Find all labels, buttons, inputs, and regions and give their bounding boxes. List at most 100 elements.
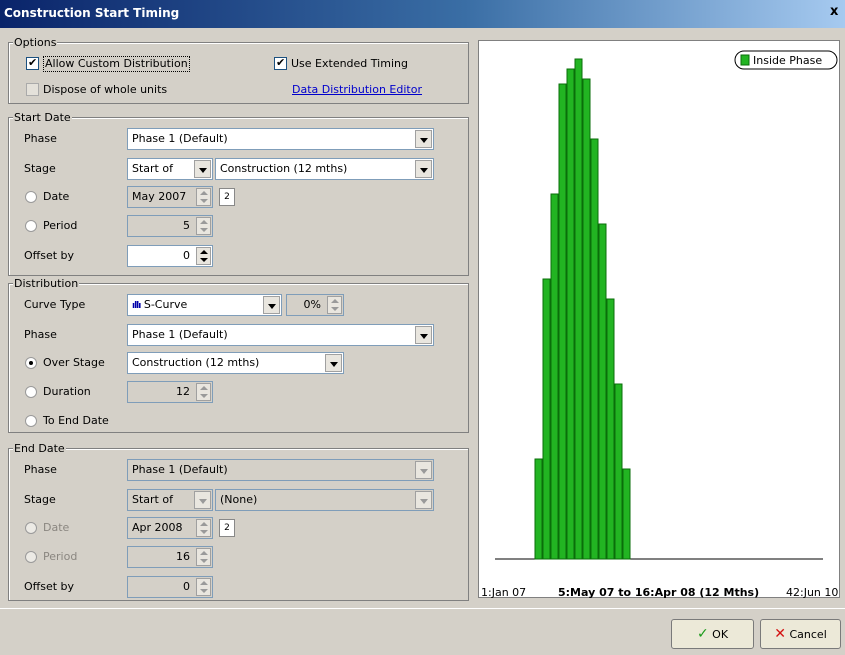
start-period-label[interactable]: Period <box>43 219 77 233</box>
over-stage-select[interactable]: Construction (12 mths) <box>127 352 344 374</box>
chart-bar-12 <box>590 138 599 560</box>
window-title: Construction Start Timing <box>4 6 180 20</box>
end-date-radio[interactable] <box>25 522 37 534</box>
end-date-value: Apr 2008 <box>132 521 183 534</box>
allow-custom-distribution-checkbox[interactable] <box>26 56 39 70</box>
footer-divider <box>0 608 845 609</box>
end-date-field[interactable]: Apr 2008 <box>127 517 213 539</box>
duration-radio[interactable] <box>25 386 37 398</box>
legend-swatch <box>740 54 750 66</box>
end-period-radio[interactable] <box>25 551 37 563</box>
chevron-down-icon[interactable] <box>194 491 211 509</box>
calendar-icon[interactable]: 2 <box>219 188 235 206</box>
distribution-phase-value: Phase 1 (Default) <box>132 328 228 341</box>
allow-custom-distribution-label[interactable]: Allow Custom Distribution <box>43 56 190 72</box>
start-stage-mode-select[interactable]: Start of <box>127 158 213 180</box>
over-stage-value: Construction (12 mths) <box>132 356 260 369</box>
legend-label: Inside Phase <box>753 54 822 67</box>
chevron-down-icon[interactable] <box>415 461 432 479</box>
start-stage-mode-value: Start of <box>132 162 173 175</box>
end-date-label: Date <box>43 521 70 534</box>
curve-type-label: Curve Type <box>24 298 86 311</box>
use-extended-timing-label[interactable]: Use Extended Timing <box>291 57 408 71</box>
end-stage-mode-select[interactable]: Start of <box>127 489 213 511</box>
start-stage-value: Construction (12 mths) <box>220 162 348 175</box>
close-icon[interactable]: x <box>830 4 845 22</box>
start-period-radio[interactable] <box>25 220 37 232</box>
end-period-field[interactable]: 16 <box>127 546 213 568</box>
over-stage-radio[interactable] <box>25 357 37 369</box>
end-offset-field[interactable]: 0 <box>127 576 213 598</box>
end-phase-value: Phase 1 (Default) <box>132 463 228 476</box>
start-period-field[interactable]: 5 <box>127 215 213 237</box>
curve-type-select[interactable]: ıllı S-Curve <box>127 294 282 316</box>
start-offset-field[interactable]: 0 <box>127 245 213 267</box>
spinner-icon[interactable] <box>196 519 211 537</box>
spinner-icon[interactable] <box>327 296 342 314</box>
chart-bar-16 <box>622 468 631 560</box>
distribution-phase-label: Phase <box>24 328 57 341</box>
end-stage-value: (None) <box>220 493 258 506</box>
start-date-radio[interactable] <box>25 191 37 203</box>
chevron-down-icon[interactable] <box>415 130 432 148</box>
start-date-field[interactable]: May 2007 <box>127 186 213 208</box>
end-stage-mode-value: Start of <box>132 493 173 506</box>
end-offset-value: 0 <box>183 580 190 593</box>
chart-bar-11 <box>582 78 591 560</box>
start-phase-select[interactable]: Phase 1 (Default) <box>127 128 434 150</box>
end-phase-select[interactable]: Phase 1 (Default) <box>127 459 434 481</box>
chevron-down-icon[interactable] <box>263 296 280 314</box>
distribution-chart: Inside Phase <box>478 40 840 598</box>
spinner-icon[interactable] <box>196 247 211 265</box>
start-phase-value: Phase 1 (Default) <box>132 132 228 145</box>
curve-percent-field[interactable]: 0% <box>286 294 344 316</box>
chevron-down-icon[interactable] <box>415 326 432 344</box>
start-stage-select[interactable]: Construction (12 mths) <box>215 158 434 180</box>
start-offset-value: 0 <box>183 249 190 262</box>
bar-chart-icon: ıllı <box>132 301 141 311</box>
start-period-value: 5 <box>183 219 190 232</box>
chart-bar-8 <box>558 83 567 560</box>
chevron-down-icon[interactable] <box>194 160 211 178</box>
cancel-button[interactable]: ✕ Cancel <box>760 619 841 649</box>
to-end-date-radio[interactable] <box>25 415 37 427</box>
x-end-label: 42:Jun 10 <box>786 586 839 599</box>
chart-bar-6 <box>542 278 551 560</box>
calendar-icon[interactable]: 2 <box>219 519 235 537</box>
ok-button[interactable]: ✓ OK <box>671 619 754 649</box>
distribution-phase-select[interactable]: Phase 1 (Default) <box>127 324 434 346</box>
options-group: Options Allow Custom Distribution Use Ex… <box>8 36 469 104</box>
dispose-whole-units-label[interactable]: Dispose of whole units <box>43 83 167 97</box>
end-stage-label: Stage <box>24 493 56 506</box>
bars-group <box>534 58 631 560</box>
spinner-icon[interactable] <box>196 188 211 206</box>
spinner-icon[interactable] <box>196 548 211 566</box>
x-start-label: 1:Jan 07 <box>481 586 527 599</box>
spinner-icon[interactable] <box>196 217 211 235</box>
start-date-label[interactable]: Date <box>43 190 69 204</box>
spinner-icon[interactable] <box>196 578 211 596</box>
chevron-down-icon[interactable] <box>415 491 432 509</box>
chevron-down-icon[interactable] <box>325 354 342 372</box>
duration-field[interactable]: 12 <box>127 381 213 403</box>
start-date-group: Start Date Phase Phase 1 (Default) Stage… <box>8 111 469 276</box>
use-extended-timing-checkbox[interactable] <box>274 56 287 70</box>
distribution-legend: Distribution <box>13 277 80 290</box>
to-end-date-label[interactable]: To End Date <box>43 414 109 428</box>
spinner-icon[interactable] <box>196 383 211 401</box>
chart-bar-13 <box>598 223 607 560</box>
chart-bar-10 <box>574 58 583 560</box>
dispose-whole-units-checkbox[interactable] <box>26 83 39 96</box>
duration-label[interactable]: Duration <box>43 385 91 399</box>
data-distribution-editor-link[interactable]: Data Distribution Editor <box>292 83 422 97</box>
over-stage-label[interactable]: Over Stage <box>43 356 105 370</box>
checkmark-icon: ✓ <box>696 626 709 642</box>
title-bar: Construction Start Timing x <box>0 0 845 28</box>
end-stage-select[interactable]: (None) <box>215 489 434 511</box>
start-offset-label: Offset by <box>24 249 75 262</box>
start-date-legend: Start Date <box>13 111 72 124</box>
curve-type-value: S-Curve <box>143 298 188 311</box>
duration-value: 12 <box>176 385 190 398</box>
chevron-down-icon[interactable] <box>415 160 432 178</box>
end-date-legend: End Date <box>13 442 66 455</box>
